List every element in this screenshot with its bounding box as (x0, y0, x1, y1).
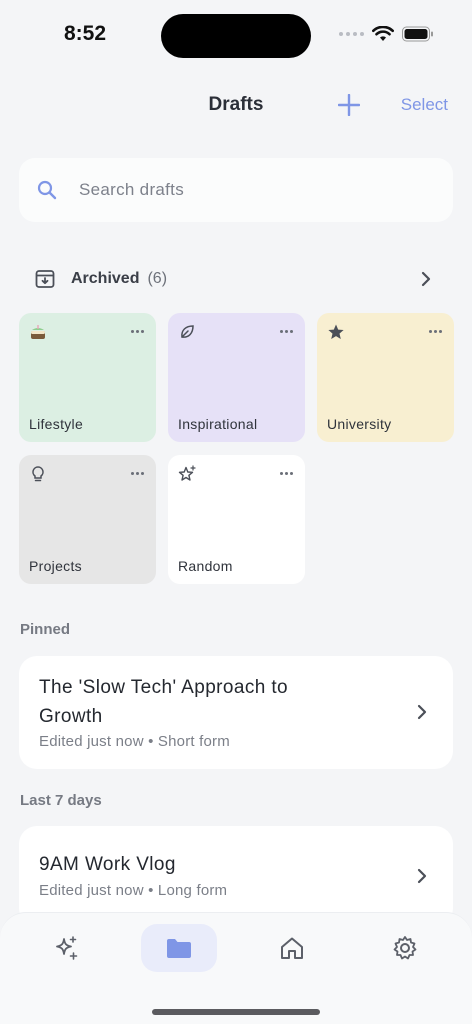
tab-ai[interactable] (29, 924, 105, 972)
draft-title-line1: The 'Slow Tech' Approach to (39, 677, 289, 698)
draft-title-line2: Growth (39, 706, 103, 727)
battery-icon (402, 26, 433, 42)
archived-row[interactable]: Archived (6) (19, 260, 453, 298)
plus-icon (338, 94, 360, 116)
folder-name: Random (178, 558, 233, 574)
archive-box-icon (35, 270, 55, 288)
leaf-icon (181, 325, 194, 338)
tab-drafts[interactable] (141, 924, 217, 972)
chevron-right-icon (417, 704, 427, 720)
folder-name: Inspirational (178, 416, 258, 432)
home-indicator (152, 1009, 320, 1015)
more-icon[interactable] (429, 330, 442, 333)
lightbulb-icon (32, 466, 44, 482)
cake-icon (31, 325, 45, 339)
search-input[interactable] (79, 180, 379, 200)
home-icon (281, 937, 303, 959)
search-bar[interactable] (19, 158, 453, 222)
tab-settings[interactable] (367, 924, 443, 972)
select-button[interactable]: Select (401, 95, 448, 115)
folder-card-inspirational[interactable]: Inspirational (168, 313, 305, 442)
tab-bar (0, 912, 472, 1024)
folder-card-projects[interactable]: Projects (19, 455, 156, 584)
star-icon (328, 324, 344, 339)
wifi-icon (372, 26, 394, 41)
folder-name: Lifestyle (29, 416, 84, 432)
folder-name: University (327, 416, 392, 432)
draft-card[interactable]: 9AM Work Vlog Edited just now • Long for… (19, 826, 453, 926)
more-icon[interactable] (280, 330, 293, 333)
folder-icon (167, 939, 191, 958)
archived-label: Archived (71, 270, 140, 287)
sparkles-icon (56, 936, 78, 960)
more-icon[interactable] (131, 330, 144, 333)
signal-dots-icon (339, 32, 364, 36)
folder-card-lifestyle[interactable]: Lifestyle (19, 313, 156, 442)
more-icon[interactable] (280, 472, 293, 475)
status-bar: 8:52 (0, 0, 472, 70)
nav-bar: Drafts Select (0, 84, 472, 128)
archived-count: (6) (147, 270, 168, 287)
folder-name: Projects (29, 558, 82, 574)
add-draft-button[interactable] (334, 90, 364, 120)
search-icon (37, 180, 57, 200)
draft-meta: Edited just now • Long form (39, 882, 228, 899)
status-icons (339, 26, 434, 42)
status-time: 8:52 (64, 22, 107, 45)
chevron-right-icon (421, 271, 431, 287)
gear-icon (393, 936, 417, 960)
dynamic-island (161, 14, 311, 58)
folder-card-random[interactable]: Random (168, 455, 305, 584)
section-label-pinned: Pinned (20, 621, 71, 638)
section-label-last-7-days: Last 7 days (20, 792, 102, 809)
tab-home[interactable] (254, 924, 330, 972)
draft-title: 9AM Work Vlog (39, 854, 176, 875)
draft-card[interactable]: The 'Slow Tech' Approach to Growth Edite… (19, 656, 453, 769)
folder-card-university[interactable]: University (317, 313, 454, 442)
draft-meta: Edited just now • Short form (39, 733, 230, 750)
sparkle-star-icon (178, 465, 196, 481)
chevron-right-icon (417, 868, 427, 884)
more-icon[interactable] (131, 472, 144, 475)
